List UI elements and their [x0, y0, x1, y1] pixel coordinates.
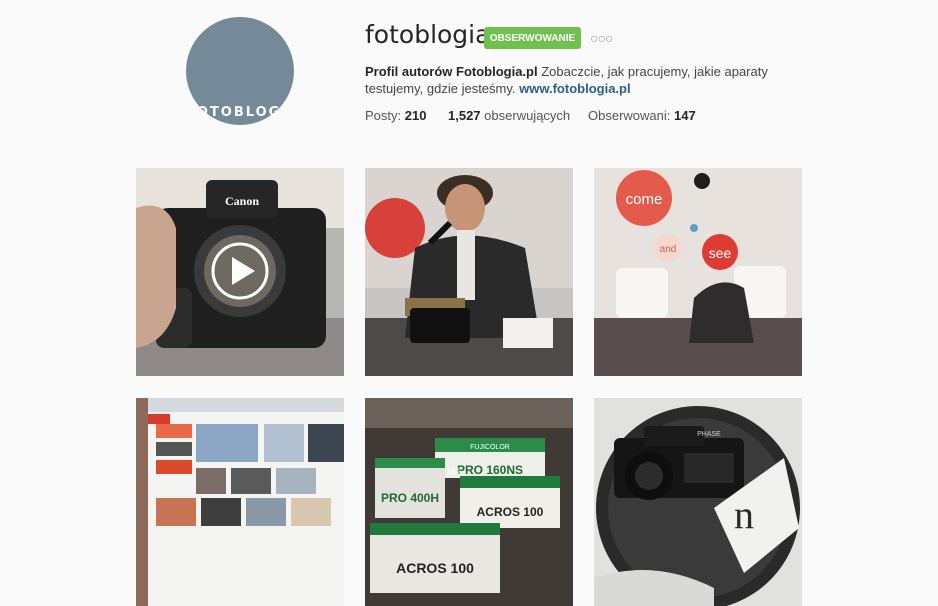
post-image-camera: Canon	[136, 168, 344, 376]
post-tile-4[interactable]	[136, 398, 344, 606]
film-label-120: 120	[446, 467, 460, 476]
film-label-pro160ns: PRO 160NS	[457, 463, 523, 477]
profile-avatar[interactable]: FOTOBLOGIA	[186, 17, 294, 125]
followers-value: 1,527	[448, 108, 481, 123]
post-image-fujifilm: PHASE n	[594, 398, 802, 606]
camera-brand-text: Canon	[225, 194, 259, 208]
avatar-logo-text: FOTOBLOGIA	[186, 105, 294, 120]
word-see: see	[709, 245, 732, 261]
post-tile-1[interactable]: Canon	[136, 168, 344, 376]
film-label-acros-top: ACROS 100	[477, 505, 544, 519]
film-label-pro400h: PRO 400H	[381, 491, 439, 505]
post-image-speaker	[365, 168, 573, 376]
word-and: and	[660, 244, 677, 255]
following-value: 147	[674, 108, 696, 123]
more-dots-icon[interactable]: ○○○	[590, 30, 613, 46]
bio-name: Profil autorów Fotoblogia.pl	[365, 64, 538, 79]
posts-count: Posty: 210	[365, 108, 426, 123]
film-label-acros-bottom: ACROS 100	[396, 560, 474, 576]
camera-badge-text: PHASE	[697, 431, 721, 438]
post-tile-2[interactable]	[365, 168, 573, 376]
post-tile-3[interactable]: come and see	[594, 168, 802, 376]
followers-label: obserwujących	[484, 108, 571, 123]
following-button[interactable]: OBSERWOWANIE	[484, 27, 581, 49]
film-label-fujicolor: FUJICOLOR	[470, 444, 510, 451]
posts-value: 210	[404, 108, 427, 123]
post-image-website	[136, 398, 344, 606]
posts-label: Posty:	[365, 108, 402, 123]
profile-bio: Profil autorów Fotoblogia.pl Zobaczcie, …	[365, 63, 805, 97]
post-tile-6[interactable]: PHASE n	[594, 398, 802, 606]
post-tile-5[interactable]: PRO 160NS FUJICOLOR PRO 400H 120 ACROS 1…	[365, 398, 573, 606]
word-come: come	[626, 191, 663, 208]
letter-n-icon: n	[734, 492, 754, 537]
bio-website-link[interactable]: www.fotoblogia.pl	[519, 81, 630, 96]
post-image-films: PRO 160NS FUJICOLOR PRO 400H 120 ACROS 1…	[365, 398, 573, 606]
profile-username: fotoblogia	[365, 20, 491, 49]
following-label: Obserwowani:	[588, 108, 671, 123]
post-image-stage: come and see	[594, 168, 802, 376]
followers-count[interactable]: 1,527 obserwujących	[448, 108, 570, 123]
following-count[interactable]: Obserwowani: 147	[588, 108, 696, 123]
